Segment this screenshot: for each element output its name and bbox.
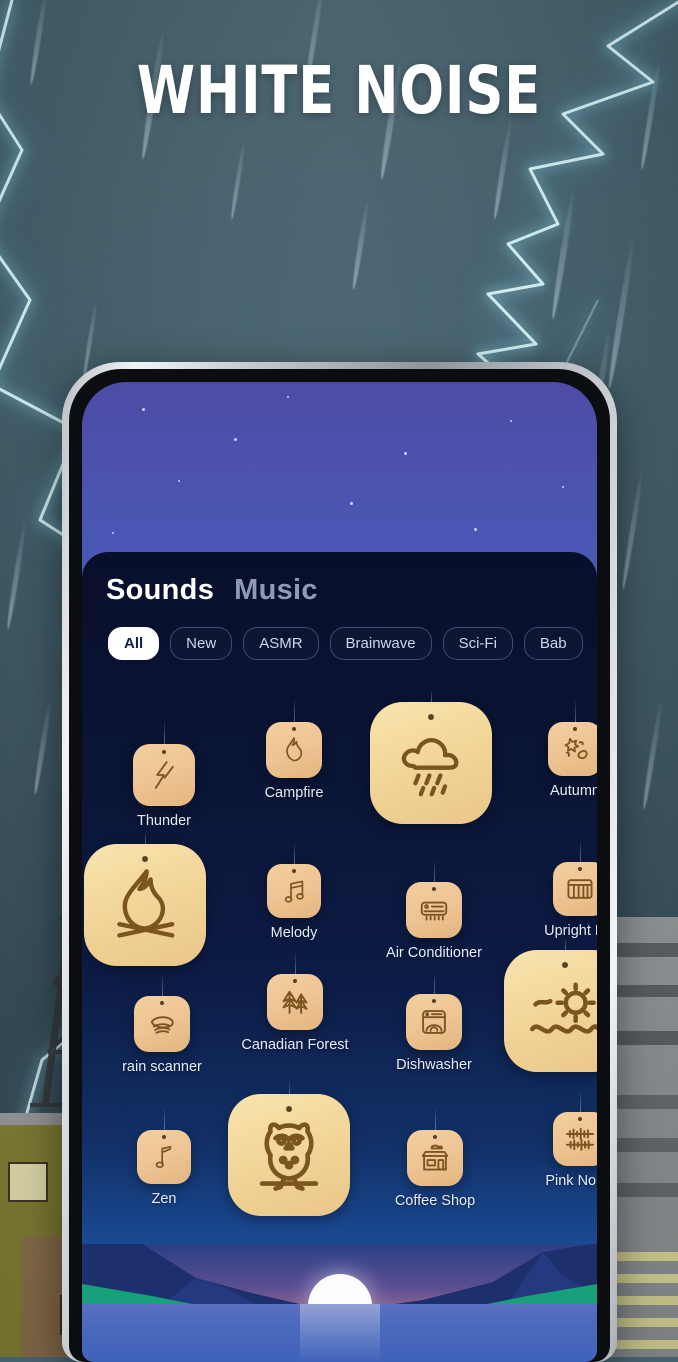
filter-chip-brainwave[interactable]: Brainwave xyxy=(329,627,432,660)
panel-header: Sounds Music All New ASMR Brainwave Sci-… xyxy=(82,552,597,660)
sounds-panel: Sounds Music All New ASMR Brainwave Sci-… xyxy=(82,552,597,1244)
sound-label: Coffee Shop xyxy=(394,1193,476,1209)
landscape-scene xyxy=(82,1244,597,1362)
sound-item-pink-noise[interactable]: Pink Noise xyxy=(520,1090,597,1189)
forest-trees-icon xyxy=(282,990,308,1014)
sound-label: Canadian Forest xyxy=(241,1037,349,1053)
campfire-icon xyxy=(286,737,303,762)
sound-label: Air Conditioner xyxy=(386,945,482,961)
sun-sea-icon xyxy=(529,982,597,1034)
tab-bar: Sounds Music xyxy=(106,574,573,607)
filter-chip-all[interactable]: All xyxy=(108,627,160,660)
sound-label: Zen xyxy=(151,1191,177,1207)
sound-item-canadian-forest[interactable]: Canadian Forest xyxy=(230,952,360,1053)
sound-label: Thunder xyxy=(136,813,191,829)
filter-chip-row[interactable]: All New ASMR Brainwave Sci-Fi Bab xyxy=(106,627,583,660)
sound-item-autumn[interactable]: Autumn xyxy=(520,700,597,799)
sound-item-dishwasher[interactable]: Dishwasher xyxy=(364,972,504,1073)
sound-item-melody[interactable]: Melody xyxy=(234,842,354,941)
sound-label: Pink Noise xyxy=(545,1173,597,1189)
sound-item-campfire[interactable]: Campfire xyxy=(234,698,354,801)
campfire-icon xyxy=(117,869,175,938)
tab-sounds[interactable]: Sounds xyxy=(106,574,214,607)
filter-chip-sci-fi[interactable]: Sci-Fi xyxy=(442,627,513,660)
moon-reflection xyxy=(299,1304,380,1362)
music-notes-icon xyxy=(284,880,304,903)
piano-icon xyxy=(567,879,593,899)
sound-item-campfire-featured[interactable] xyxy=(82,832,220,973)
brain-scanner-icon xyxy=(150,1016,174,1034)
rain-cloud-icon xyxy=(401,738,459,797)
music-note-icon xyxy=(155,1145,172,1169)
thunder-icon xyxy=(154,761,174,789)
phone-mockup: Sounds Music All New ASMR Brainwave Sci-… xyxy=(62,362,617,1362)
sound-item-owl[interactable] xyxy=(214,1082,364,1223)
sound-item-coffee-shop[interactable]: Coffee Shop xyxy=(370,1108,500,1209)
sound-item-rain[interactable] xyxy=(356,690,506,831)
page-title: WHITE NOISE xyxy=(136,52,542,129)
sound-item-beach[interactable] xyxy=(490,938,597,1079)
sound-label: rain scanner xyxy=(122,1059,202,1075)
owl-icon xyxy=(259,1122,319,1191)
filter-chip-new[interactable]: New xyxy=(170,627,233,660)
sound-grid: Thunder Campfire Autumn Melody Air Condi… xyxy=(82,684,597,1244)
sound-item-brain-scanner[interactable]: rain scanner xyxy=(100,974,224,1075)
sound-item-zen[interactable]: Zen xyxy=(104,1108,224,1207)
autumn-leaf-icon xyxy=(564,737,588,760)
sound-label: Autumn xyxy=(550,783,597,799)
filter-chip-baby[interactable]: Bab xyxy=(523,627,583,660)
filter-chip-asmr[interactable]: ASMR xyxy=(243,627,319,660)
phone-bezel: Sounds Music All New ASMR Brainwave Sci-… xyxy=(69,369,610,1362)
phone-screen: Sounds Music All New ASMR Brainwave Sci-… xyxy=(82,382,597,1362)
sound-label: Melody xyxy=(270,925,318,941)
sound-label: Dishwasher xyxy=(396,1057,472,1073)
sound-item-thunder[interactable]: Thunder xyxy=(104,720,224,829)
sound-item-air-conditioner[interactable]: Air Conditioner xyxy=(364,860,504,961)
dishwasher-icon xyxy=(422,1010,446,1034)
sound-label: Upright Pia xyxy=(544,923,597,939)
sound-label: Campfire xyxy=(264,785,324,801)
waveform-icon xyxy=(566,1127,594,1151)
tab-music[interactable]: Music xyxy=(234,574,318,607)
air-conditioner-icon xyxy=(420,901,448,921)
sound-item-upright-piano[interactable]: Upright Pia xyxy=(520,840,597,939)
coffee-shop-icon xyxy=(421,1144,449,1171)
